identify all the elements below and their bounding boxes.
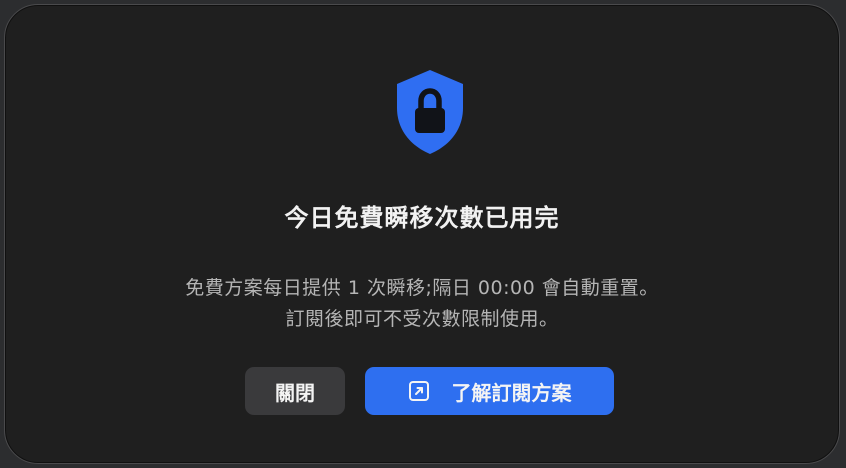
close-button-label: 關閉 bbox=[275, 380, 315, 405]
limit-reached-dialog: 今日免費瞬移次數已用完 免費方案每日提供 1 次瞬移;隔日 00:00 會自動重… bbox=[4, 4, 840, 464]
dialog-message-line-1: 免費方案每日提供 1 次瞬移;隔日 00:00 會自動重置。 bbox=[185, 277, 659, 299]
view-plans-button-label: 了解訂閱方案 bbox=[451, 380, 572, 405]
dialog-message-line-2: 訂閱後即可不受次數限制使用。 bbox=[285, 308, 559, 330]
shield-lock-icon bbox=[397, 70, 463, 154]
external-link-icon bbox=[408, 381, 429, 401]
close-button[interactable]: 關閉 bbox=[245, 367, 345, 415]
dialog-title: 今日免費瞬移次數已用完 bbox=[284, 204, 560, 232]
view-plans-button[interactable]: 了解訂閱方案 bbox=[365, 367, 614, 415]
